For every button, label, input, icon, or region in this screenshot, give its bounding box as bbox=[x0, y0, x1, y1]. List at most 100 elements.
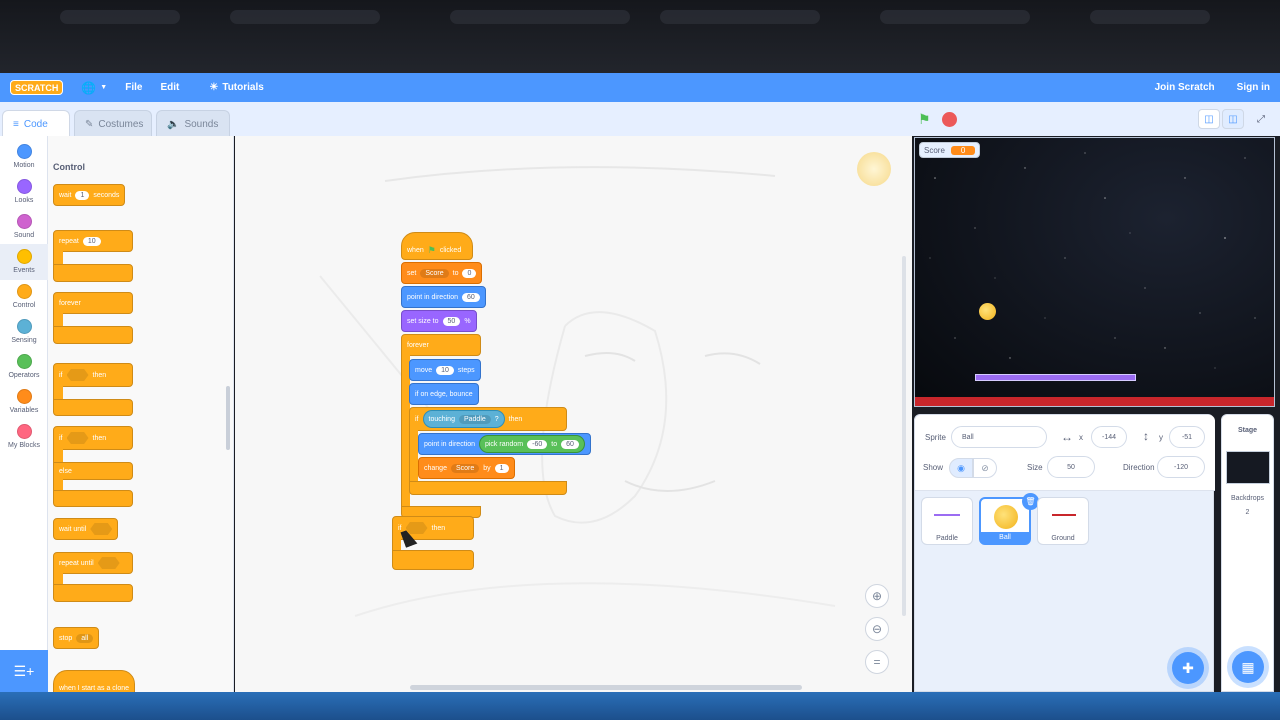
condition-slot[interactable] bbox=[66, 432, 89, 444]
condition-slot[interactable] bbox=[97, 557, 120, 569]
add-extension-button[interactable]: ☰+ bbox=[0, 650, 48, 692]
direction-input[interactable]: 60 bbox=[461, 292, 480, 302]
steps-input[interactable]: 10 bbox=[436, 365, 454, 375]
score-monitor-value: 0 bbox=[950, 145, 976, 155]
block-point-random[interactable]: point in direction pick random -60 to 60 bbox=[418, 433, 591, 455]
category-motion[interactable]: Motion bbox=[0, 140, 48, 174]
block-touching[interactable]: touching Paddle ? bbox=[422, 410, 505, 428]
block-forever[interactable]: forever bbox=[53, 292, 133, 314]
block-stop[interactable]: stop all bbox=[53, 627, 100, 649]
choose-backdrop-button[interactable]: ▦ bbox=[1232, 651, 1264, 683]
block-set-size[interactable]: set size to 50 % bbox=[401, 310, 477, 332]
forever-c-side bbox=[53, 313, 63, 327]
ground-sprite[interactable] bbox=[915, 397, 1274, 406]
zoom-out-button[interactable]: ⊖ bbox=[865, 617, 889, 641]
change-variable-dropdown[interactable]: Score bbox=[450, 463, 480, 473]
file-menu[interactable]: File bbox=[125, 82, 142, 93]
block-change-variable[interactable]: change Score by 1 bbox=[418, 457, 515, 479]
block-if-then[interactable]: if then bbox=[53, 363, 133, 387]
block-if-else[interactable]: if then bbox=[53, 426, 133, 450]
size-input[interactable]: 50 bbox=[442, 316, 461, 326]
block-repeat[interactable]: repeat 10 bbox=[53, 230, 133, 252]
workspace-vertical-scrollbar[interactable] bbox=[902, 256, 906, 616]
paddle-sprite[interactable] bbox=[975, 374, 1136, 381]
show-hidden-button[interactable]: ⊘ bbox=[973, 458, 997, 478]
stage-backdrop-thumbnail[interactable] bbox=[1226, 451, 1270, 484]
x-label: x bbox=[1079, 433, 1083, 442]
show-visible-button[interactable]: ◉ bbox=[949, 458, 973, 478]
stop-button[interactable] bbox=[942, 112, 957, 127]
language-menu[interactable]: 🌐 ▼ bbox=[81, 81, 107, 95]
control-dot-icon bbox=[16, 284, 32, 299]
category-operators[interactable]: Operators bbox=[0, 350, 48, 384]
script-area[interactable]: when ⚑ clicked set Score to 0 point in d… bbox=[235, 136, 912, 692]
block-when-i-start-as-clone[interactable]: when I start as a clone bbox=[53, 670, 136, 692]
choose-sprite-button[interactable]: ✚ bbox=[1172, 652, 1204, 684]
category-variables[interactable]: Variables bbox=[0, 385, 48, 419]
tutorials-menu[interactable]: ☀ Tutorials bbox=[209, 82, 263, 93]
wait-input[interactable]: 1 bbox=[75, 190, 90, 200]
palette-scrollbar[interactable] bbox=[226, 386, 230, 450]
zoom-in-button[interactable]: ⊕ bbox=[865, 584, 889, 608]
tab-code[interactable]: ≡ Code bbox=[2, 110, 70, 138]
variable-dropdown[interactable]: Score bbox=[420, 268, 449, 278]
forever-c-arm bbox=[53, 326, 133, 344]
sprite-thumb-paddle[interactable]: Paddle bbox=[921, 497, 973, 545]
tab-sounds[interactable]: 🔈 Sounds bbox=[156, 110, 230, 138]
category-label: Sensing bbox=[11, 337, 37, 344]
block-palette: Control wait 1 seconds repeat 10 forever… bbox=[48, 136, 234, 692]
edit-menu[interactable]: Edit bbox=[160, 82, 179, 93]
random-from-input[interactable]: -60 bbox=[527, 439, 548, 449]
block-move-steps[interactable]: move 10 steps bbox=[409, 359, 481, 381]
condition-slot[interactable] bbox=[66, 369, 89, 381]
tab-costumes[interactable]: ✎ Costumes bbox=[74, 110, 152, 138]
y-field[interactable]: -51 bbox=[1169, 426, 1205, 448]
condition-slot[interactable] bbox=[90, 523, 113, 535]
sprite-thumb-ground[interactable]: Ground bbox=[1037, 497, 1089, 545]
change-value-input[interactable]: 1 bbox=[494, 463, 509, 473]
join-scratch-link[interactable]: Join Scratch bbox=[1155, 82, 1215, 93]
repeat-input[interactable]: 10 bbox=[82, 236, 101, 246]
block-set-variable[interactable]: set Score to 0 bbox=[401, 262, 483, 284]
block-point-in-direction[interactable]: point in direction 60 bbox=[401, 286, 486, 308]
ball-sprite[interactable] bbox=[979, 303, 996, 320]
category-my-blocks[interactable]: My Blocks bbox=[0, 420, 48, 454]
question-label: ? bbox=[494, 415, 499, 423]
block-if-on-edge-bounce[interactable]: if on edge, bounce bbox=[409, 383, 479, 405]
normal-stage-button[interactable]: ◫ bbox=[1222, 109, 1244, 129]
scratch-logo[interactable]: SCRATCH bbox=[10, 80, 64, 95]
touching-target-dropdown[interactable]: Paddle bbox=[458, 414, 491, 424]
block-if-touching[interactable]: if touching Paddle ? then bbox=[409, 407, 567, 431]
stage-canvas[interactable]: Score 0 bbox=[914, 137, 1275, 407]
small-stage-button[interactable]: ◫ bbox=[1198, 109, 1220, 129]
stop-option-dropdown[interactable]: all bbox=[76, 633, 94, 643]
sign-in-link[interactable]: Sign in bbox=[1237, 82, 1270, 93]
if-else-c-side bbox=[53, 449, 63, 463]
star bbox=[1084, 152, 1086, 154]
zoom-reset-button[interactable]: = bbox=[865, 650, 889, 674]
block-wait[interactable]: wait 1 seconds bbox=[53, 184, 126, 206]
score-monitor[interactable]: Score 0 bbox=[919, 142, 981, 158]
block-when-flag-clicked[interactable]: when ⚑ clicked bbox=[401, 232, 473, 260]
category-events[interactable]: Events bbox=[0, 244, 48, 280]
sprite-thumb-ball[interactable]: Ball 🗑 bbox=[979, 493, 1039, 545]
workspace-horizontal-scrollbar[interactable] bbox=[410, 685, 802, 690]
category-sound[interactable]: Sound bbox=[0, 210, 48, 244]
fullscreen-button[interactable]: ⤢ bbox=[1250, 109, 1272, 129]
size-field[interactable]: 50 bbox=[1047, 456, 1095, 478]
block-repeat-until[interactable]: repeat until bbox=[53, 552, 133, 574]
block-wait-until[interactable]: wait until bbox=[53, 518, 119, 540]
category-looks[interactable]: Looks bbox=[0, 175, 48, 209]
direction-field[interactable]: -120 bbox=[1157, 456, 1205, 478]
set-value-input[interactable]: 0 bbox=[462, 268, 477, 278]
category-control[interactable]: Control bbox=[0, 280, 48, 314]
category-sensing[interactable]: Sensing bbox=[0, 315, 48, 349]
point-random-label: point in direction bbox=[424, 440, 475, 448]
green-flag-button[interactable]: ⚑ bbox=[918, 111, 931, 128]
random-to-input[interactable]: 60 bbox=[561, 439, 579, 449]
block-forever[interactable]: forever bbox=[401, 334, 481, 356]
x-field[interactable]: -144 bbox=[1091, 426, 1127, 448]
sprite-name-field[interactable]: Ball bbox=[951, 426, 1047, 448]
sketch-line bbox=[354, 582, 836, 617]
block-pick-random[interactable]: pick random -60 to 60 bbox=[478, 435, 585, 453]
